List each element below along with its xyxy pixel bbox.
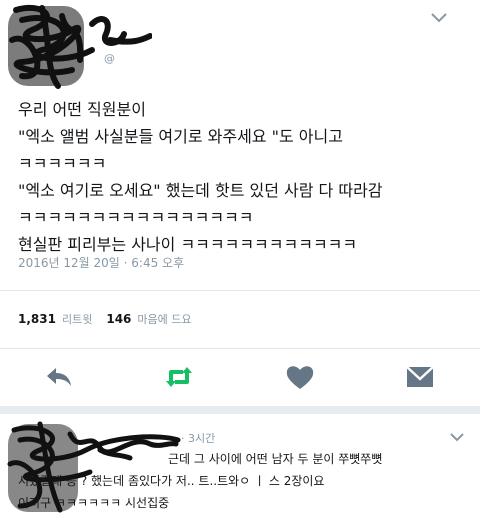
heart-icon[interactable] (285, 363, 315, 391)
reply-line: 이러구 ㅋㅋㅋㅋㅋㅋ 시선집중 (18, 496, 170, 510)
tweet-stats: 1,831 리트윗 146 마음에 드요 (18, 311, 206, 327)
tweet-line: 우리 어떤 직원분이 (18, 100, 146, 119)
tweet-action-bar (0, 355, 480, 405)
section-divider (0, 406, 480, 414)
retweet-label[interactable]: 리트윗 (62, 313, 92, 326)
tweet-line: ㅋㅋㅋㅋㅋㅋㅋㅋㅋㅋㅋㅋㅋㅋㅋㅋ (18, 208, 254, 227)
chevron-down-icon[interactable] (430, 12, 448, 24)
reply-text: 근데 그 사이에 어떤 남자 두 분이 쭈뼛쭈뼛 서있길래 응 ? 했는데 좀있… (18, 448, 473, 514)
redaction-scribble (8, 4, 152, 89)
envelope-icon[interactable] (405, 363, 435, 391)
retweet-count[interactable]: 1,831 (18, 312, 56, 326)
reply-line: 근데 그 사이에 어떤 남자 두 분이 쭈뼛쭈뼛 (168, 452, 383, 466)
retweet-icon[interactable] (164, 363, 194, 391)
tweet-line: ㅋㅋㅋㅋㅋㅋ (18, 154, 107, 173)
reply-time[interactable]: · 3시간 (181, 430, 215, 446)
reply-line: 서있길래 응 ? 했는데 좀있다가 저.. 트..트와ㅇ ㅣ 스 2장이요 (18, 474, 325, 488)
chevron-down-icon[interactable] (449, 432, 465, 442)
tweet-timestamp[interactable]: 2016년 12월 20일 · 6:45 오후 (18, 254, 184, 271)
tweet-line: "엑소 앨범 사실분들 여기로 와주세요 "도 아니고 (18, 127, 343, 146)
reply-icon[interactable] (44, 363, 74, 391)
author-handle[interactable]: @ (104, 52, 115, 65)
reply-tweet[interactable]: · 3시간 근데 그 사이에 어떤 남자 두 분이 쭈뼛쭈뼛 서있길래 응 ? … (0, 414, 480, 516)
like-label[interactable]: 마음에 드요 (137, 313, 191, 326)
tweet-text: 우리 어떤 직원분이 "엑소 앨범 사실분들 여기로 와주세요 "도 아니고 ㅋ… (18, 96, 468, 258)
tweet-line: "엑소 여기로 오세요" 했는데 핫트 있던 사람 다 따라감 (18, 181, 383, 200)
divider (0, 290, 480, 291)
divider (0, 348, 480, 349)
tweet-header: @ (0, 0, 480, 90)
like-count[interactable]: 146 (106, 312, 131, 326)
